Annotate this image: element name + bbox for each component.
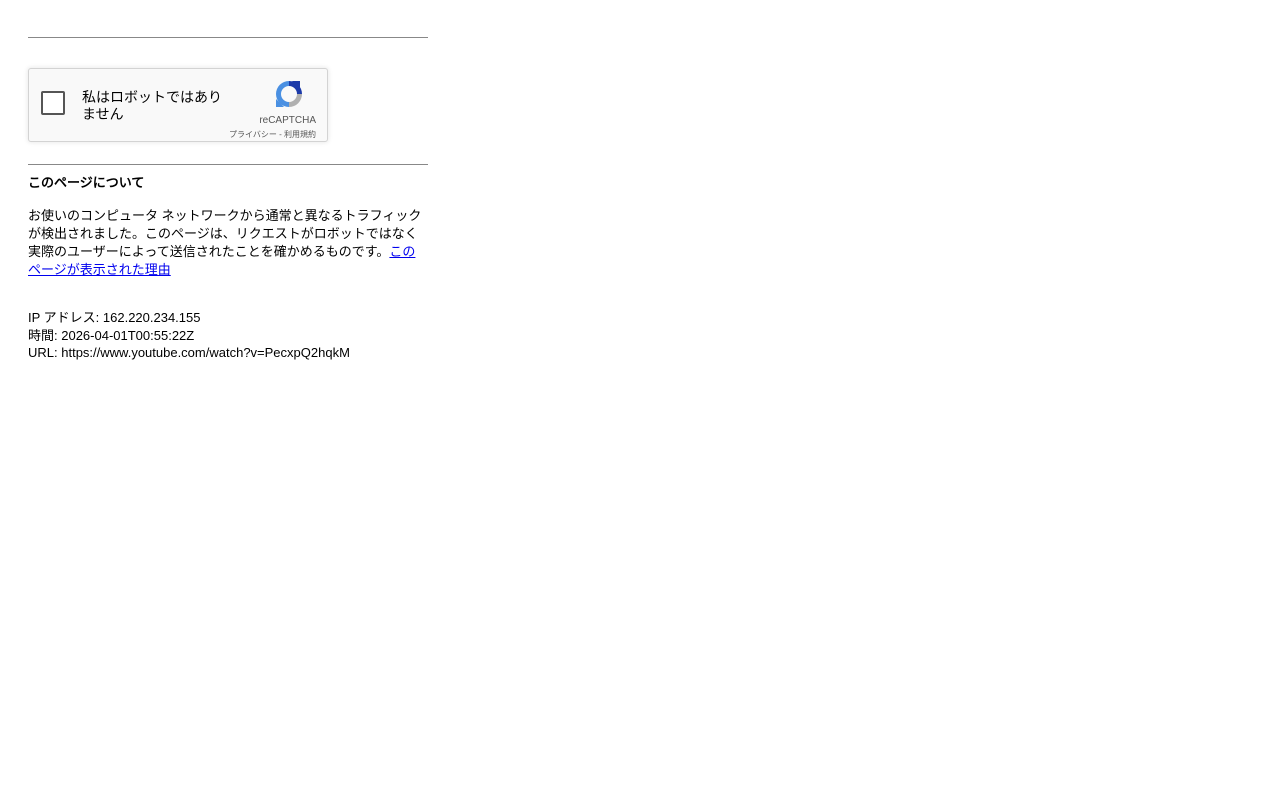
- recaptcha-checkbox[interactable]: [41, 91, 65, 115]
- about-body-text: お使いのコンピュータ ネットワークから通常と異なるトラフィックが検出されました。…: [28, 208, 422, 259]
- url-label: URL:: [28, 345, 62, 360]
- time-label: 時間:: [28, 327, 62, 343]
- request-info: IP アドレス: 162.220.234.155 時間: 2026-04-01T…: [28, 309, 428, 362]
- links-separator: -: [276, 130, 284, 139]
- time-line: 時間: 2026-04-01T00:55:22Z: [28, 327, 428, 345]
- url-line: URL: https://www.youtube.com/watch?v=Pec…: [28, 344, 428, 362]
- recaptcha-brand: reCAPTCHA: [259, 115, 316, 126]
- recaptcha-widget: 私はロボットではありません reCAPTCHA プライバシー - 利用規約: [28, 68, 328, 142]
- recaptcha-label: 私はロボットではありません: [82, 89, 222, 122]
- about-title: このページについて: [28, 175, 145, 190]
- terms-link[interactable]: 利用規約: [284, 130, 316, 139]
- top-divider: [28, 37, 428, 38]
- ip-address-line: IP アドレス: 162.220.234.155: [28, 309, 428, 327]
- ip-value: 162.220.234.155: [102, 310, 201, 325]
- privacy-link[interactable]: プライバシー: [229, 130, 277, 139]
- ip-label: IP アドレス:: [28, 310, 103, 325]
- about-body: お使いのコンピュータ ネットワークから通常と異なるトラフィックが検出されました。…: [28, 207, 428, 279]
- middle-divider: [28, 164, 428, 165]
- recaptcha-logo-icon: [276, 81, 302, 107]
- recaptcha-links: プライバシー - 利用規約: [229, 129, 316, 140]
- time-value: 2026-04-01T00:55:22Z: [61, 327, 195, 343]
- url-value: https://www.youtube.com/watch?v=PecxpQ2h…: [61, 345, 350, 360]
